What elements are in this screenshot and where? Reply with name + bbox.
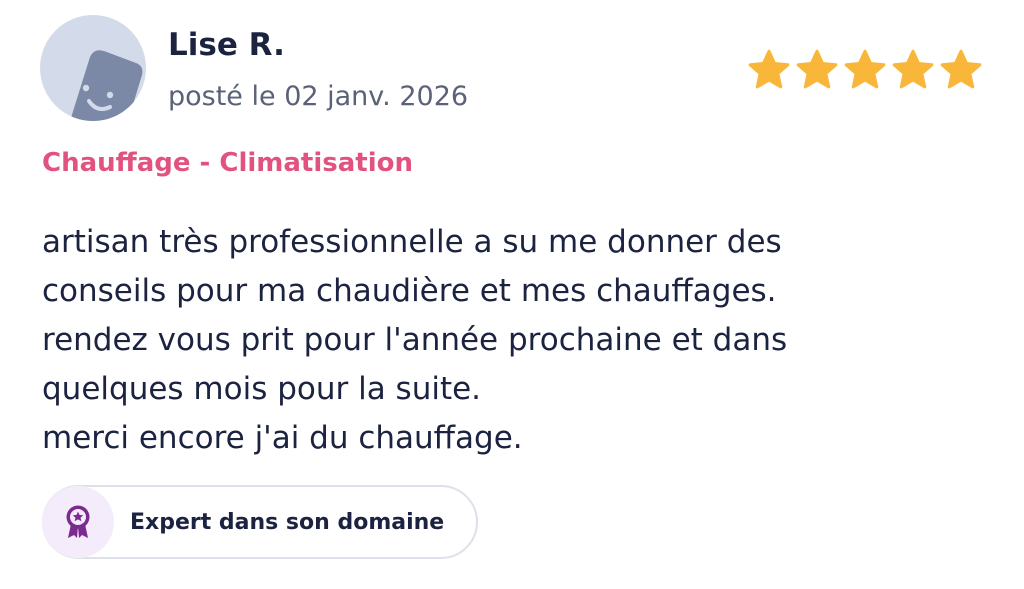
star-icon bbox=[796, 49, 838, 89]
star-icon bbox=[940, 49, 982, 89]
star-icon bbox=[892, 49, 934, 89]
review-text: artisan très professionnelle a su me don… bbox=[42, 218, 992, 463]
post-date: posté le 02 janv. 2026 bbox=[168, 81, 469, 112]
expert-badge: Expert dans son domaine bbox=[42, 485, 478, 559]
star-rating bbox=[746, 47, 984, 93]
star-icon bbox=[844, 49, 886, 89]
review-text-line: merci encore j'ai du chauffage. bbox=[42, 420, 523, 456]
author-name: Lise R. bbox=[168, 27, 285, 63]
review-category: Chauffage - Climatisation bbox=[42, 148, 414, 178]
avatar bbox=[40, 15, 146, 121]
badge-icon-wrap bbox=[42, 486, 114, 558]
review-card: Lise R. posté le 02 janv. 2026 Chauffage… bbox=[0, 0, 1024, 589]
award-ribbon-icon bbox=[66, 505, 90, 538]
star-icon bbox=[748, 49, 790, 89]
review-text-line: conseils pour ma chaudière et mes chauff… bbox=[42, 273, 777, 309]
badge-label: Expert dans son domaine bbox=[130, 509, 445, 535]
review-text-line: artisan très professionnelle a su me don… bbox=[42, 224, 782, 260]
review-text-line: rendez vous prit pour l'année prochaine … bbox=[42, 322, 788, 358]
smiley-avatar-icon bbox=[70, 50, 143, 121]
review-text-line: quelques mois pour la suite. bbox=[42, 371, 482, 407]
